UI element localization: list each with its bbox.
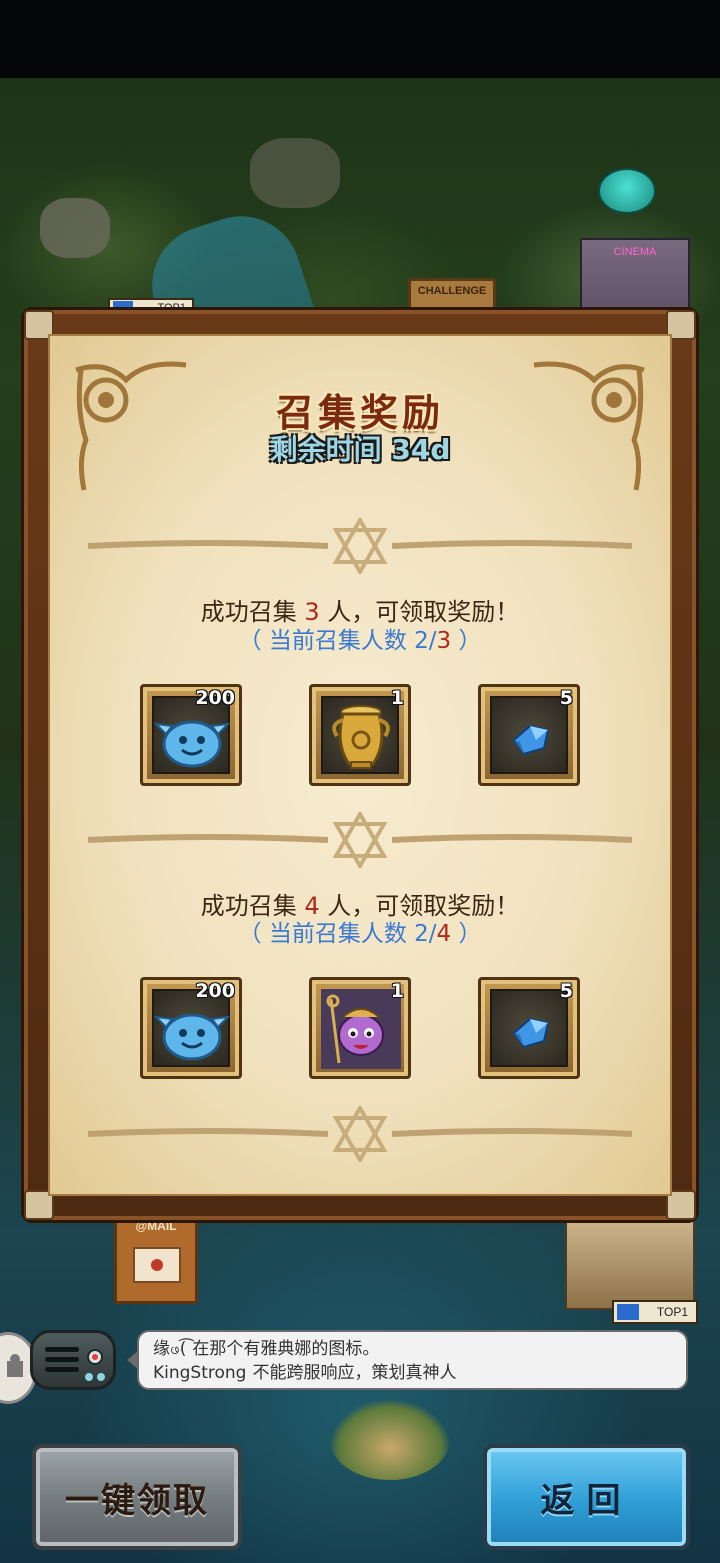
blue-crystal-icon: [512, 1017, 550, 1049]
ornament-divider: [88, 518, 632, 574]
reward-count: 200: [195, 687, 235, 709]
reward-count: 1: [390, 687, 404, 709]
envelope-icon: [133, 1247, 181, 1283]
chat-text: 在那个有雅典娜的图标。: [192, 1339, 380, 1359]
reward-count: 5: [559, 980, 573, 1002]
current-count: 2/: [414, 628, 437, 654]
recruit-progress-1: （ 当前召集人数 2/3 ）: [238, 628, 482, 654]
required-count: 4: [436, 921, 452, 947]
back-button[interactable]: 返回: [483, 1444, 690, 1550]
claim-all-label: 一键领取: [65, 1480, 209, 1521]
blue-crystal-icon: [512, 724, 550, 756]
recruit-progress-2: （ 当前召集人数 2/4 ）: [238, 921, 482, 947]
mail-building[interactable]: @MAIL: [114, 1212, 198, 1304]
ornament-divider: [88, 812, 632, 868]
time-remaining-value: 34d: [391, 433, 451, 466]
back-label: 返回: [540, 1480, 633, 1521]
claim-all-button[interactable]: 一键领取: [32, 1444, 242, 1550]
reward-slot[interactable]: 5: [478, 977, 580, 1079]
cinema-label: CINEMA: [613, 246, 657, 258]
purple-hero-portrait-icon: [321, 989, 401, 1069]
challenge-label: CHALLENGE: [417, 285, 487, 297]
palm-island[interactable]: [330, 1400, 450, 1480]
chat-text: 不能跨服响应，策划真神人: [252, 1363, 457, 1383]
reward-slot[interactable]: 1: [309, 684, 411, 786]
top1-tag: TOP1: [612, 1300, 698, 1324]
fort-building[interactable]: [565, 1220, 695, 1310]
chat-sender: 缘ဖ(͡: [153, 1339, 187, 1359]
mascot-building[interactable]: [598, 168, 656, 214]
mountain-rock: [40, 198, 110, 258]
chat-message: 缘ဖ(͡ 在那个有雅典娜的图标。: [153, 1337, 672, 1361]
reward-slot[interactable]: 200: [140, 977, 242, 1079]
time-remaining-label: 剩余时间: [269, 433, 382, 466]
reward-count: 5: [559, 687, 573, 709]
reward-count: 200: [195, 980, 235, 1002]
ornament-divider: [88, 1106, 632, 1162]
flag-icon: [617, 1304, 639, 1320]
chat-preview[interactable]: 缘ဖ(͡ 在那个有雅典娜的图标。 KingStrong 不能跨服响应，策划真神人: [127, 1330, 688, 1390]
chat-toggle-button[interactable]: [30, 1330, 116, 1390]
reward-slot[interactable]: 5: [478, 684, 580, 786]
menu-icon: [45, 1347, 79, 1373]
current-count: 2/: [414, 921, 437, 947]
reward-slot[interactable]: 200: [140, 684, 242, 786]
golden-urn-icon: [332, 705, 390, 769]
mail-label: @MAIL: [135, 1219, 177, 1233]
chat-message: KingStrong 不能跨服响应，策划真神人: [153, 1361, 672, 1385]
chat-sender: KingStrong: [153, 1363, 247, 1383]
notification-dot-icon: [87, 1349, 103, 1365]
reward-count: 1: [390, 980, 404, 1002]
time-remaining: 剩余时间 34d: [0, 428, 720, 468]
puzzle-icon: [7, 1354, 23, 1377]
reward-slot[interactable]: 1: [309, 977, 411, 1079]
required-count: 3: [436, 628, 452, 654]
mountain-rock: [250, 138, 340, 208]
